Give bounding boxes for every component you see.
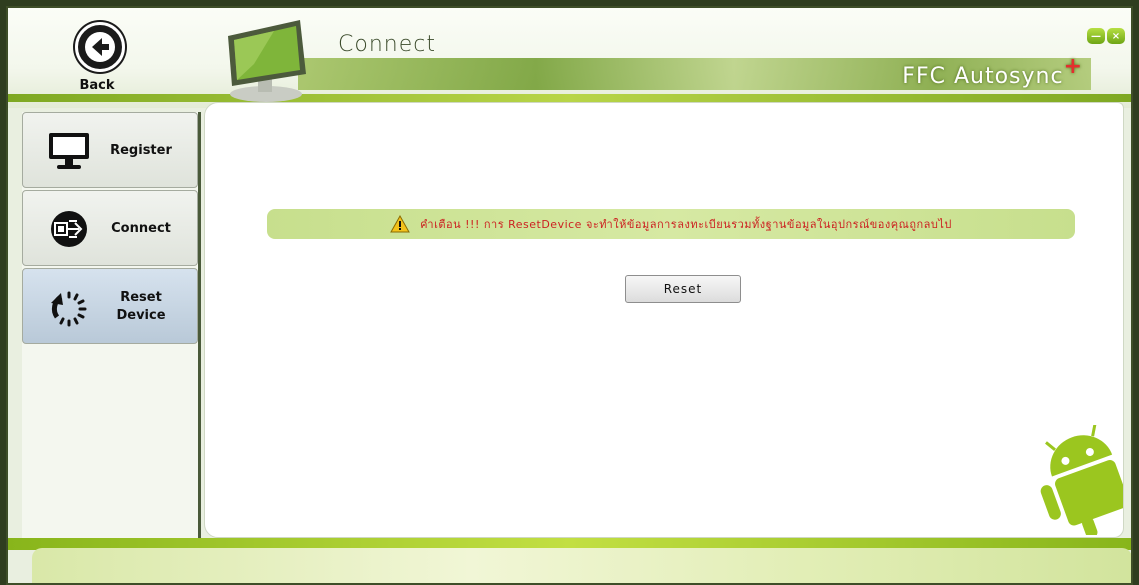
brand-plus-mark: +	[1063, 54, 1083, 79]
close-button[interactable]: ×	[1107, 28, 1125, 44]
header-divider	[8, 94, 1131, 102]
sidebar-item-label: Reset Device	[116, 290, 166, 323]
monitor-icon	[49, 133, 89, 169]
header: Back Connect FFC Autosync+ — ×	[8, 8, 1131, 108]
brand-name: FFC Autosync	[902, 64, 1064, 89]
minimize-button[interactable]: —	[1087, 28, 1105, 44]
sidebar-item-label: Connect	[111, 221, 171, 236]
warning-icon	[390, 215, 410, 233]
window-controls: — ×	[1087, 28, 1125, 44]
sidebar-item-reset-device[interactable]: Reset Device	[22, 268, 198, 344]
back-button[interactable]: Back	[62, 22, 132, 94]
connect-plug-icon	[51, 211, 87, 247]
back-arrow-icon	[75, 22, 125, 72]
warning-banner: คำเตือน !!! การ ResetDevice จะทำให้ข้อมู…	[267, 209, 1075, 239]
reset-spinner-icon	[51, 291, 87, 327]
back-label: Back	[79, 78, 115, 93]
brand-logo: FFC Autosync+	[902, 54, 1083, 89]
warning-text: คำเตือน !!! การ ResetDevice จะทำให้ข้อมู…	[420, 218, 952, 231]
reset-button[interactable]: Reset	[625, 275, 741, 303]
page-title: Connect	[338, 32, 436, 57]
footer-panel	[32, 548, 1131, 583]
sidebar-item-connect[interactable]: Connect	[22, 190, 198, 266]
monitor-icon	[228, 20, 306, 102]
sidebar: Register Connect Reset Device	[22, 112, 201, 542]
sidebar-item-register[interactable]: Register	[22, 112, 198, 188]
sidebar-item-label: Register	[110, 143, 172, 158]
android-robot-icon	[1040, 425, 1123, 535]
app-window: Back Connect FFC Autosync+ — × Register	[6, 6, 1133, 585]
main-panel: คำเตือน !!! การ ResetDevice จะทำให้ข้อมู…	[204, 102, 1124, 538]
